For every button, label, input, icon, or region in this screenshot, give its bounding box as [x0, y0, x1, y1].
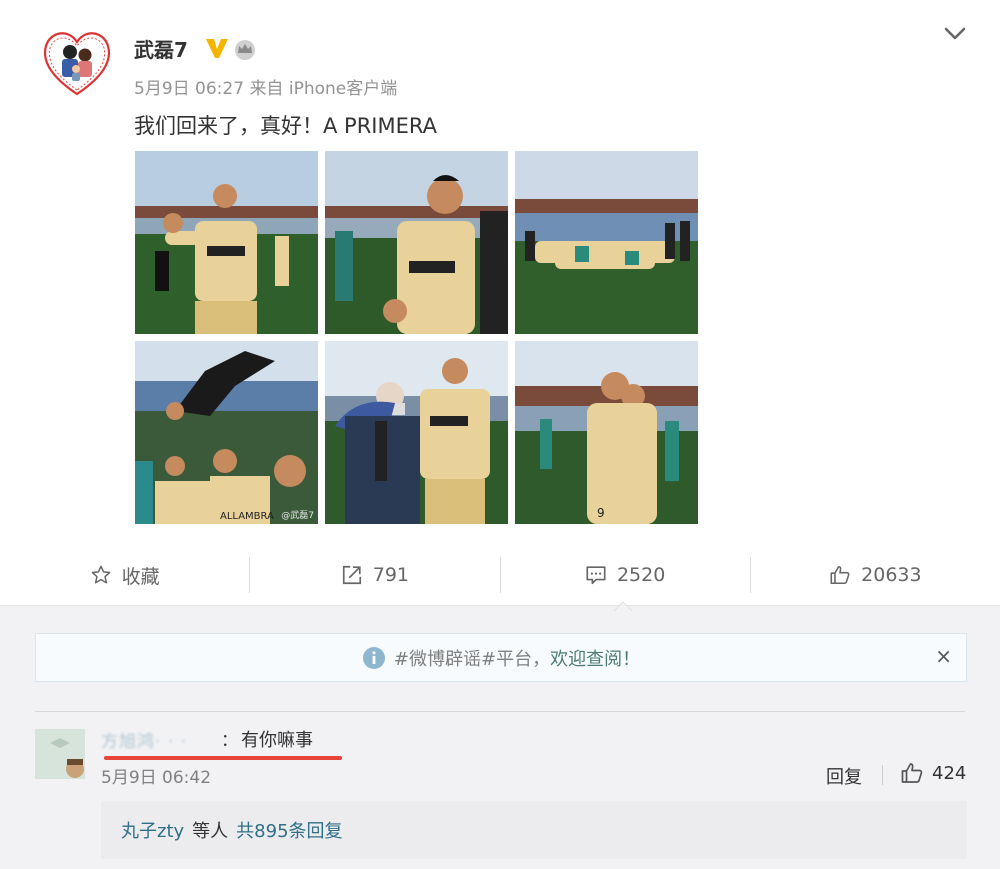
photo-1[interactable] — [135, 151, 318, 334]
author-name[interactable]: 武磊7 — [134, 34, 188, 63]
repost-count: 791 — [372, 564, 409, 586]
comments-divider — [35, 711, 965, 712]
active-tab-caret — [613, 596, 633, 612]
notice-link[interactable]: 欢迎查阅！ — [550, 645, 640, 671]
replies-summary: 丸子zty 等人 共895条回复 — [101, 801, 967, 859]
comment-action-divider — [882, 765, 883, 785]
author-avatar[interactable] — [40, 26, 114, 100]
reply-user-link[interactable]: 丸子zty — [121, 817, 184, 843]
crown-icon — [233, 38, 257, 60]
replies-middle-text: 等人 — [192, 821, 229, 842]
notice-text: #微博辟谣#平台， — [393, 648, 551, 670]
thumbs-up-icon — [830, 565, 850, 585]
red-underline-annotation — [104, 756, 342, 760]
photo-5[interactable] — [325, 341, 508, 524]
photo-3[interactable] — [515, 151, 698, 334]
commenter-avatar[interactable] — [35, 729, 85, 779]
comment-text: 有你嘛事 — [241, 730, 313, 751]
weibo-post-card: 武磊7 5月9日 06:27 来自 iPhone客户端 我们回来了，真好！A P… — [0, 0, 1000, 606]
rumor-notice-banner: #微博辟谣#平台， 欢迎查阅！ × — [35, 633, 967, 682]
photo-6[interactable]: 9 — [515, 341, 698, 524]
comment-like-count: 424 — [932, 762, 967, 784]
commenter-name[interactable]: 方旭鸿· · · — [101, 727, 219, 749]
post-timestamp[interactable]: 5月9日 06:27 — [134, 79, 244, 99]
verified-v-icon — [204, 36, 230, 60]
close-icon[interactable]: × — [935, 644, 952, 668]
svg-text:9: 9 — [597, 506, 605, 520]
comment-time: 5月9日 06:42 — [101, 768, 212, 788]
comment-colon: ： — [221, 731, 238, 751]
comment-like-button[interactable]: 424 — [900, 761, 966, 785]
photo-watermark: @武磊7 — [281, 511, 314, 521]
post-meta: 5月9日 06:27 来自 iPhone客户端 — [134, 74, 397, 99]
info-icon — [362, 646, 385, 669]
view-replies-link[interactable]: 共895条回复 — [236, 817, 342, 843]
favorite-button[interactable]: 收藏 — [0, 545, 249, 605]
photo-grid: ALLAMBRA @武磊7 9 — [135, 151, 698, 525]
comment-count: 2520 — [616, 564, 666, 586]
chevron-down-icon[interactable] — [942, 26, 968, 42]
photo-4[interactable]: ALLAMBRA @武磊7 — [135, 341, 318, 524]
like-button[interactable]: 20633 — [751, 545, 1000, 605]
comment-icon — [586, 566, 606, 585]
reply-button[interactable]: 回复 — [826, 763, 862, 789]
post-text: 我们回来了，真好！A PRIMERA — [134, 114, 437, 138]
share-icon — [342, 565, 361, 585]
star-icon — [91, 565, 110, 584]
svg-text:ALLAMBRA: ALLAMBRA — [220, 511, 274, 522]
repost-button[interactable]: 791 — [250, 545, 499, 605]
post-action-bar: 收藏 791 2520 20633 — [0, 545, 1000, 605]
thumbs-up-icon — [901, 763, 923, 783]
photo-2[interactable] — [325, 151, 508, 334]
favorite-label: 收藏 — [121, 565, 160, 588]
like-count: 20633 — [861, 564, 922, 586]
post-source: 来自 iPhone客户端 — [249, 79, 398, 99]
